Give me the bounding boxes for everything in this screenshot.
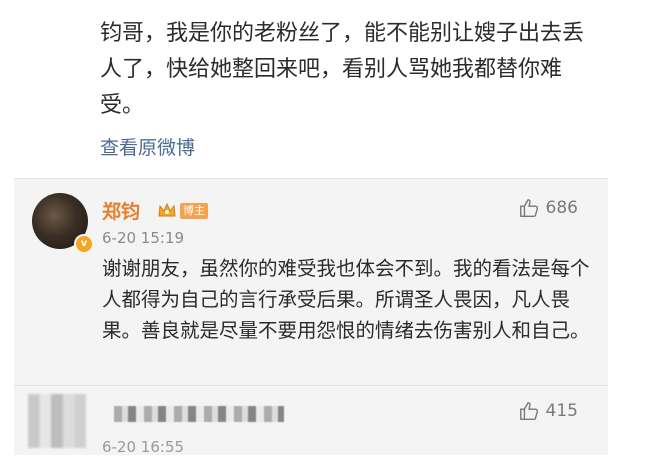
username[interactable]: 郑钧	[102, 197, 140, 224]
crown-icon	[158, 202, 176, 217]
thumb-up-icon	[519, 199, 538, 217]
like-count: 686	[545, 198, 578, 218]
post-text: 钧哥，我是你的老粉丝了，能不能别让嫂子出去丢人了，快给她整回来吧，看别人骂她我都…	[100, 21, 585, 118]
author-badge: 博主	[180, 203, 208, 219]
comment-timestamp: 6-20 15:19	[102, 229, 185, 247]
original-post: 钧哥，我是你的老粉丝了，能不能别让嫂子出去丢人了，快给她整回来吧，看别人骂她我都…	[0, 0, 648, 178]
username[interactable]	[114, 406, 284, 422]
comment-section: v 郑钧 博主 6-20 15:19 686 谢谢朋友，虽然你的难受我也体会不到…	[14, 178, 608, 456]
like-button[interactable]: 686	[518, 197, 578, 219]
comment-item: v 郑钧 博主 6-20 15:19 686 谢谢朋友，虽然你的难受我也体会不到…	[14, 179, 608, 386]
comment-item: 6-20 16:55 415	[14, 386, 608, 456]
thumb-up-icon	[519, 402, 538, 420]
comment-text: 谢谢朋友，虽然你的难受我也体会不到。我的看法是每个人都得为自己的言行承受后果。所…	[102, 257, 590, 342]
comment-timestamp: 6-20 16:55	[102, 438, 185, 456]
view-original-link[interactable]: 查看原微博	[100, 133, 195, 160]
verified-icon: v	[74, 234, 94, 254]
like-count: 415	[545, 401, 578, 421]
avatar[interactable]	[28, 394, 86, 448]
like-button[interactable]: 415	[518, 400, 578, 422]
